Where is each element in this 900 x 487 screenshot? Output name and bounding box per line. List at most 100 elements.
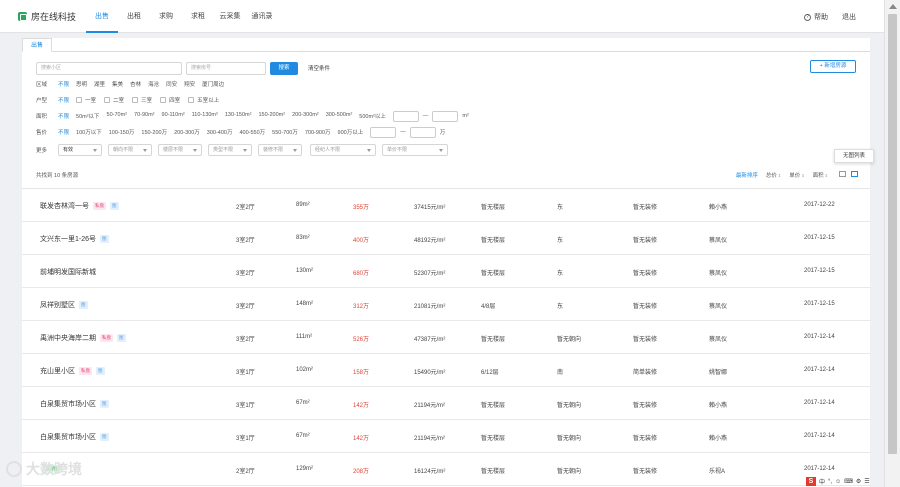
table-row[interactable]: 充山里小区 私盘图 3室1厅 102m² 158万 15490元/m² 6/12层 南 简单装修…	[22, 354, 870, 387]
listing-name[interactable]: 凤祥别墅区图	[40, 300, 88, 310]
listing-name-text[interactable]: 充山里小区	[40, 368, 75, 375]
app-logo[interactable]: 房在线科技	[18, 10, 76, 23]
logout-link[interactable]: 退出	[842, 12, 856, 22]
listing-name[interactable]: 禹洲中央海岸二期 私盘图	[40, 333, 126, 343]
checkbox-box[interactable]	[188, 97, 195, 103]
help-icon[interactable]: ?	[804, 13, 811, 21]
area-min-input[interactable]	[392, 110, 419, 122]
layout-checkbox[interactable]: 四室	[160, 96, 180, 104]
tray-icon[interactable]: ☺	[835, 479, 841, 485]
district-option[interactable]: 同安	[166, 80, 177, 88]
vertical-scrollbar[interactable]	[884, 0, 900, 487]
table-row[interactable]: 文兴东一里1-26号图 3室2厅 83m² 400万 48192元/m² 暂无楼层 东 暂无装…	[22, 222, 870, 255]
area-option[interactable]: 200-300m²	[292, 112, 319, 120]
nav-tab[interactable]: 出售	[86, 0, 118, 33]
listing-name[interactable]: 白泉集贸市场小区图	[40, 399, 109, 409]
price-option[interactable]: 200-300万	[174, 128, 200, 136]
area-option[interactable]: 300-500m²	[326, 112, 353, 120]
table-row[interactable]: 有钥匙 2室2厅 129m² 208万 16124元/m² 暂无楼层 暂无朝向 暂无装修 乐视A…	[22, 453, 870, 486]
table-row[interactable]: 白泉集贸市场小区图 3室1厅 67m² 142万 21194元/m² 暂无楼层 暂无朝向 暂无…	[22, 387, 870, 420]
search-button[interactable]: 搜索	[270, 61, 298, 75]
listing-name-text[interactable]: 前埔明发国际新城	[40, 269, 96, 276]
tray-icon[interactable]: ⚙	[856, 478, 861, 485]
table-row[interactable]: 白泉集贸市场小区图 3室1厅 67m² 142万 21194元/m² 暂无楼层 暂无朝向 暂无…	[22, 420, 870, 453]
price-option[interactable]: 550-700万	[272, 128, 298, 136]
tab-sell[interactable]: 出售	[22, 38, 53, 52]
sort-option[interactable]: 总价⇕	[766, 171, 781, 179]
layout-checkbox[interactable]: 三室	[132, 96, 152, 104]
more-filter-select[interactable]: 经纪人不限	[310, 144, 376, 156]
layout-checkbox[interactable]: 五室以上	[188, 96, 219, 104]
table-row[interactable]: 禹洲中央海岸二期 私盘图 3室2厅 111m² 526万 47387元/m² 暂无楼层 暂无朝…	[22, 321, 870, 354]
nav-tab[interactable]: 出租	[118, 0, 150, 33]
district-option[interactable]: 不限	[58, 80, 69, 88]
area-option[interactable]: 500m²以上	[359, 112, 386, 120]
district-option[interactable]: 思明	[76, 80, 87, 88]
area-max-input[interactable]	[432, 110, 459, 122]
clear-filters-link[interactable]: 清空条件	[308, 64, 330, 72]
table-row[interactable]: 凤祥别墅区图 3室2厅 148m² 312万 21081元/m² 4/8层 东 暂无装修 蔡凤仪…	[22, 288, 870, 321]
area-option[interactable]: 90-110m²	[162, 112, 185, 120]
district-option[interactable]: 集美	[112, 80, 123, 88]
tray-icon[interactable]: ☰	[864, 478, 869, 485]
area-option[interactable]: 130-150m²	[225, 112, 252, 120]
area-option[interactable]: 不限	[58, 112, 69, 120]
listing-name[interactable]: 白泉集贸市场小区图	[40, 432, 109, 442]
sogou-ime-icon[interactable]: S	[806, 477, 816, 486]
area-option[interactable]: 150-200m²	[258, 112, 285, 120]
add-listing-button[interactable]: + 新增房源	[810, 60, 856, 73]
area-option[interactable]: 70-90m²	[134, 112, 154, 120]
listing-name-text[interactable]: 凤祥别墅区	[40, 302, 75, 309]
nav-tab[interactable]: 云采集	[214, 0, 246, 33]
more-filter-select[interactable]: 楼层不限	[158, 144, 202, 156]
layout-unlimited[interactable]: 不限	[58, 96, 69, 104]
price-option[interactable]: 900万以上	[338, 128, 364, 136]
price-option[interactable]: 不限	[58, 128, 69, 136]
nav-tab[interactable]: 通讯录	[246, 0, 278, 33]
price-option[interactable]: 300-400万	[207, 128, 233, 136]
district-option[interactable]: 厦门周边	[202, 80, 224, 88]
district-option[interactable]: 翔安	[184, 80, 195, 88]
listing-name-text[interactable]: 联发杏林湾一号	[40, 203, 89, 210]
listing-name-text[interactable]: 白泉集贸市场小区	[40, 434, 96, 441]
scroll-up-arrow-icon[interactable]	[889, 4, 897, 9]
checkbox-box[interactable]	[132, 97, 139, 103]
price-option[interactable]: 100-150万	[109, 128, 135, 136]
more-filter-select[interactable]: 装修不限	[258, 144, 302, 156]
nav-tab[interactable]: 求购	[150, 0, 182, 33]
price-option[interactable]: 100万以下	[76, 128, 102, 136]
price-option[interactable]: 700-900万	[305, 128, 331, 136]
area-option[interactable]: 110-130m²	[192, 112, 218, 120]
listing-name[interactable]: 前埔明发国际新城	[40, 267, 96, 277]
help-link[interactable]: 帮助	[814, 12, 828, 22]
tray-icon[interactable]: ⌨	[844, 478, 853, 485]
listing-name-text[interactable]: 白泉集贸市场小区	[40, 401, 96, 408]
sort-option[interactable]: 面积⇕	[813, 171, 828, 179]
more-filter-select[interactable]: 单价不限	[382, 144, 448, 156]
layout-checkbox[interactable]: 一室	[76, 96, 96, 104]
more-filter-select[interactable]: 朝向不限	[108, 144, 152, 156]
district-option[interactable]: 杏林	[130, 80, 141, 88]
layout-checkbox[interactable]: 二室	[104, 96, 124, 104]
area-option[interactable]: 50m²以下	[76, 112, 100, 120]
price-option[interactable]: 150-200万	[141, 128, 167, 136]
tray-icon[interactable]: °,	[828, 479, 832, 485]
area-option[interactable]: 50-70m²	[107, 112, 127, 120]
more-filter-select[interactable]: 有效	[58, 144, 102, 156]
grid-view-icon[interactable]	[839, 171, 846, 177]
listing-name-text[interactable]: 禹洲中央海岸二期	[40, 335, 96, 342]
more-filter-select[interactable]: 类型不限	[208, 144, 252, 156]
district-option[interactable]: 湖里	[94, 80, 105, 88]
tray-icon[interactable]: 中	[819, 477, 825, 486]
listing-name[interactable]: 文兴东一里1-26号图	[40, 234, 109, 244]
sort-option[interactable]: 单价⇕	[789, 171, 804, 179]
price-min-input[interactable]	[370, 126, 397, 138]
scrollbar-thumb[interactable]	[888, 14, 897, 454]
price-max-input[interactable]	[409, 126, 436, 138]
table-row[interactable]: 前埔明发国际新城 3室2厅 130m² 680万 52307元/m² 暂无楼层 东 暂无装修 蔡…	[22, 255, 870, 288]
listing-name[interactable]: 充山里小区 私盘图	[40, 366, 105, 376]
table-row[interactable]: 联发杏林湾一号 私盘图 2室2厅 89m² 355万 37415元/m² 暂无楼层 东 暂无装修…	[22, 189, 870, 222]
sort-option[interactable]: 最新排序	[736, 171, 758, 179]
community-search-input[interactable]: 搜索小区	[36, 61, 182, 75]
checkbox-box[interactable]	[160, 97, 167, 103]
